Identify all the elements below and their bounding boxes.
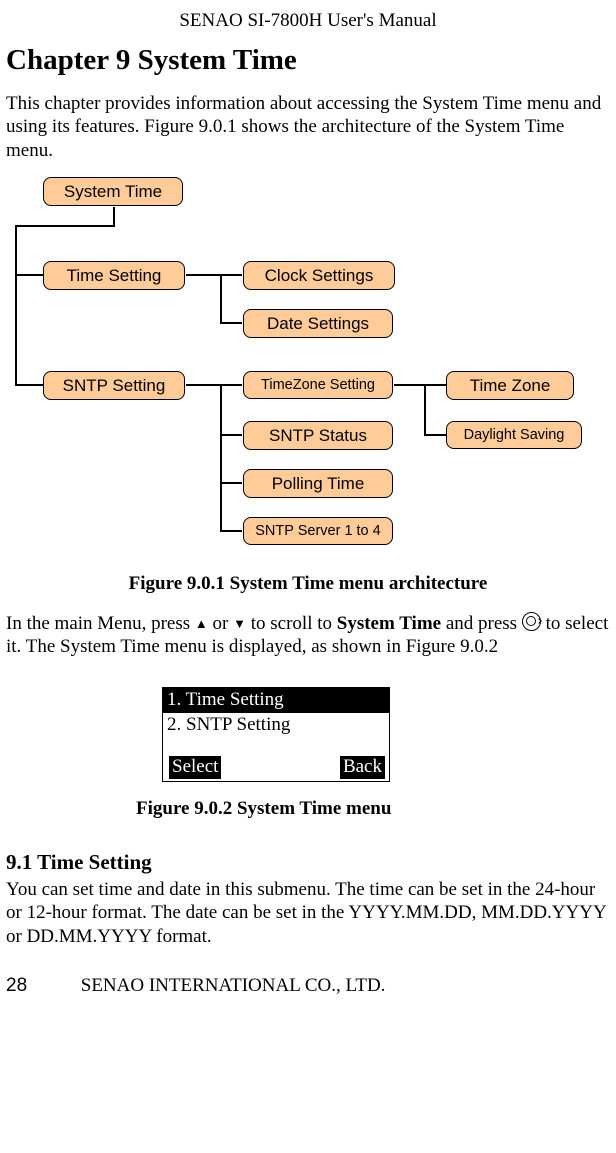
down-arrow-icon: ▼ [233,616,246,631]
section-body: You can set time and date in this submen… [6,878,610,949]
roller-icon [522,612,541,631]
node-time-setting: Time Setting [43,261,185,290]
instr-text-3: and press [441,613,522,634]
menu-item: 2. SNTP Setting [163,713,389,738]
figure-2-caption: Figure 9.0.2 System Time menu [136,798,610,821]
manual-header: SENAO SI-7800H User's Manual [6,10,610,33]
figure-1-caption: Figure 9.0.1 System Time menu architectu… [6,573,610,596]
node-daylight-saving: Daylight Saving [446,421,582,450]
menu-architecture-diagram: System Time Time Setting Clock Settings … [6,177,606,547]
page-number: 28 [6,975,76,998]
softkey-select: Select [169,756,221,779]
footer-company: SENAO INTERNATIONAL CO., LTD. [81,975,386,996]
node-sntp-server: SNTP Server 1 to 4 [243,517,393,546]
instr-text-1: In the main Menu, press [6,613,195,634]
node-sntp-setting: SNTP Setting [43,371,185,400]
chapter-intro: This chapter provides information about … [6,92,610,163]
page-footer: 28 SENAO INTERNATIONAL CO., LTD. [6,975,610,998]
navigation-instruction: In the main Menu, press ▲ or ▼ to scroll… [6,612,610,660]
node-date-settings: Date Settings [243,309,393,338]
menu-item-selected: 1. Time Setting [163,688,389,713]
node-clock-settings: Clock Settings [243,261,395,290]
instr-text-2: to scroll to [246,613,337,634]
instr-target: System Time [337,613,441,634]
up-arrow-icon: ▲ [195,616,208,631]
section-title: 9.1 Time Setting [6,850,610,875]
phone-menu-screenshot: 1. Time Setting 2. SNTP Setting Select B… [162,687,390,781]
node-system-time: System Time [43,177,183,206]
instr-or: or [208,613,233,634]
node-sntp-status: SNTP Status [243,421,393,450]
node-timezone-setting: TimeZone Setting [243,371,393,400]
chapter-title: Chapter 9 System Time [6,43,610,78]
node-polling-time: Polling Time [243,469,393,498]
softkey-back: Back [340,756,385,779]
node-time-zone: Time Zone [446,371,574,400]
